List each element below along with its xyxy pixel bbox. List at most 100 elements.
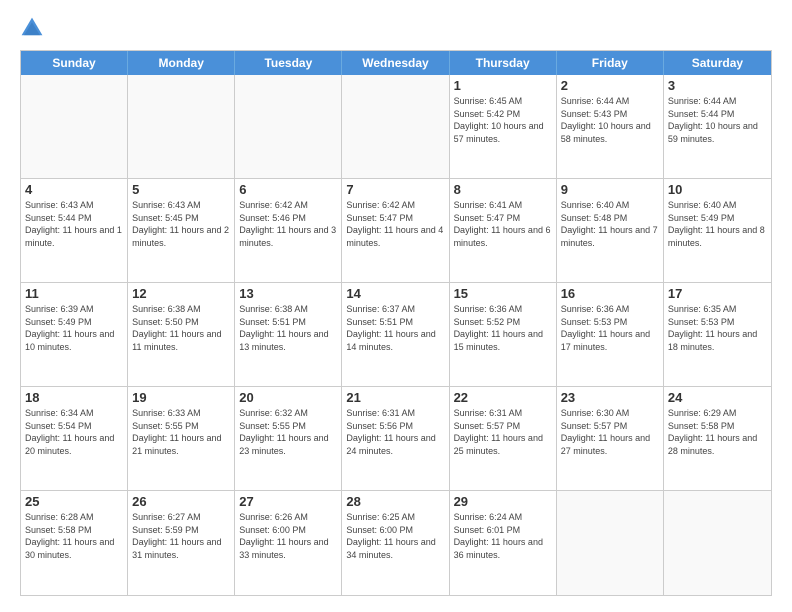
day-cell: 19Sunrise: 6:33 AM Sunset: 5:55 PM Dayli… [128, 387, 235, 490]
day-number: 9 [561, 182, 659, 197]
day-number: 6 [239, 182, 337, 197]
day-cell: 2Sunrise: 6:44 AM Sunset: 5:43 PM Daylig… [557, 75, 664, 178]
day-number: 21 [346, 390, 444, 405]
day-info: Sunrise: 6:38 AM Sunset: 5:51 PM Dayligh… [239, 303, 337, 353]
day-header-thursday: Thursday [450, 51, 557, 75]
day-cell: 17Sunrise: 6:35 AM Sunset: 5:53 PM Dayli… [664, 283, 771, 386]
day-number: 14 [346, 286, 444, 301]
logo-icon [20, 16, 44, 40]
day-cell: 4 Sunrise: 6:43 AM Sunset: 5:44 PM Daylig… [21, 179, 128, 282]
day-cell: 24 Sunrise: 6:29 AM Sunset: 5:58 PM Dayli… [664, 387, 771, 490]
calendar-week-3: 18 Sunrise: 6:34 AM Sunset: 5:54 PM Dayli… [21, 387, 771, 491]
day-info: Sunrise: 6:41 AM Sunset: 5:47 PM Dayligh… [454, 199, 552, 249]
day-cell: 29Sunrise: 6:24 AM Sunset: 6:01 PM Dayli… [450, 491, 557, 595]
day-number: 5 [132, 182, 230, 197]
day-cell: 27 Sunrise: 6:26 AM Sunset: 6:00 PM Dayli… [235, 491, 342, 595]
day-cell [557, 491, 664, 595]
day-info: Sunrise: 6:38 AM Sunset: 5:50 PM Dayligh… [132, 303, 230, 353]
day-number: 24 [668, 390, 767, 405]
day-cell: 11 Sunrise: 6:39 AM Sunset: 5:49 PM Dayli… [21, 283, 128, 386]
day-cell: 23 Sunrise: 6:30 AM Sunset: 5:57 PM Dayli… [557, 387, 664, 490]
day-cell: 9 Sunrise: 6:40 AM Sunset: 5:48 PM Daylig… [557, 179, 664, 282]
day-info: Sunrise: 6:30 AM Sunset: 5:57 PM Dayligh… [561, 407, 659, 457]
day-number: 13 [239, 286, 337, 301]
day-info: Sunrise: 6:32 AM Sunset: 5:55 PM Dayligh… [239, 407, 337, 457]
calendar: SundayMondayTuesdayWednesdayThursdayFrid… [20, 50, 772, 596]
day-header-saturday: Saturday [664, 51, 771, 75]
day-info: Sunrise: 6:36 AM Sunset: 5:52 PM Dayligh… [454, 303, 552, 353]
day-info: Sunrise: 6:37 AM Sunset: 5:51 PM Dayligh… [346, 303, 444, 353]
day-info: Sunrise: 6:31 AM Sunset: 5:57 PM Dayligh… [454, 407, 552, 457]
calendar-body: 1 Sunrise: 6:45 AM Sunset: 5:42 PM Daylig… [21, 75, 771, 595]
day-number: 19 [132, 390, 230, 405]
day-info: Sunrise: 6:39 AM Sunset: 5:49 PM Dayligh… [25, 303, 123, 353]
day-cell: 1 Sunrise: 6:45 AM Sunset: 5:42 PM Daylig… [450, 75, 557, 178]
day-cell [664, 491, 771, 595]
day-number: 11 [25, 286, 123, 301]
day-number: 4 [25, 182, 123, 197]
day-number: 29 [454, 494, 552, 509]
day-number: 23 [561, 390, 659, 405]
day-info: Sunrise: 6:27 AM Sunset: 5:59 PM Dayligh… [132, 511, 230, 561]
calendar-week-4: 25 Sunrise: 6:28 AM Sunset: 5:58 PM Dayli… [21, 491, 771, 595]
day-info: Sunrise: 6:42 AM Sunset: 5:47 PM Dayligh… [346, 199, 444, 249]
day-cell: 16 Sunrise: 6:36 AM Sunset: 5:53 PM Dayli… [557, 283, 664, 386]
day-number: 7 [346, 182, 444, 197]
day-header-monday: Monday [128, 51, 235, 75]
day-cell [21, 75, 128, 178]
day-cell: 3Sunrise: 6:44 AM Sunset: 5:44 PM Daylig… [664, 75, 771, 178]
day-info: Sunrise: 6:36 AM Sunset: 5:53 PM Dayligh… [561, 303, 659, 353]
day-cell [235, 75, 342, 178]
day-info: Sunrise: 6:26 AM Sunset: 6:00 PM Dayligh… [239, 511, 337, 561]
day-cell: 8 Sunrise: 6:41 AM Sunset: 5:47 PM Daylig… [450, 179, 557, 282]
calendar-week-1: 4 Sunrise: 6:43 AM Sunset: 5:44 PM Daylig… [21, 179, 771, 283]
day-number: 28 [346, 494, 444, 509]
day-header-tuesday: Tuesday [235, 51, 342, 75]
day-info: Sunrise: 6:31 AM Sunset: 5:56 PM Dayligh… [346, 407, 444, 457]
day-info: Sunrise: 6:25 AM Sunset: 6:00 PM Dayligh… [346, 511, 444, 561]
day-cell: 10 Sunrise: 6:40 AM Sunset: 5:49 PM Dayli… [664, 179, 771, 282]
day-cell: 5 Sunrise: 6:43 AM Sunset: 5:45 PM Daylig… [128, 179, 235, 282]
day-cell: 12Sunrise: 6:38 AM Sunset: 5:50 PM Dayli… [128, 283, 235, 386]
page: SundayMondayTuesdayWednesdayThursdayFrid… [0, 0, 792, 612]
day-info: Sunrise: 6:34 AM Sunset: 5:54 PM Dayligh… [25, 407, 123, 457]
day-number: 26 [132, 494, 230, 509]
day-info: Sunrise: 6:40 AM Sunset: 5:48 PM Dayligh… [561, 199, 659, 249]
day-cell: 15 Sunrise: 6:36 AM Sunset: 5:52 PM Dayli… [450, 283, 557, 386]
day-cell: 28 Sunrise: 6:25 AM Sunset: 6:00 PM Dayli… [342, 491, 449, 595]
day-info: Sunrise: 6:43 AM Sunset: 5:45 PM Dayligh… [132, 199, 230, 249]
day-number: 16 [561, 286, 659, 301]
day-cell: 14 Sunrise: 6:37 AM Sunset: 5:51 PM Dayli… [342, 283, 449, 386]
day-cell [128, 75, 235, 178]
day-info: Sunrise: 6:45 AM Sunset: 5:42 PM Dayligh… [454, 95, 552, 145]
day-header-wednesday: Wednesday [342, 51, 449, 75]
day-info: Sunrise: 6:28 AM Sunset: 5:58 PM Dayligh… [25, 511, 123, 561]
day-header-friday: Friday [557, 51, 664, 75]
logo [20, 16, 48, 40]
day-number: 17 [668, 286, 767, 301]
day-number: 10 [668, 182, 767, 197]
day-number: 22 [454, 390, 552, 405]
day-info: Sunrise: 6:44 AM Sunset: 5:44 PM Dayligh… [668, 95, 767, 145]
day-number: 8 [454, 182, 552, 197]
day-number: 18 [25, 390, 123, 405]
day-cell: 18 Sunrise: 6:34 AM Sunset: 5:54 PM Dayli… [21, 387, 128, 490]
day-info: Sunrise: 6:42 AM Sunset: 5:46 PM Dayligh… [239, 199, 337, 249]
day-cell: 13 Sunrise: 6:38 AM Sunset: 5:51 PM Dayli… [235, 283, 342, 386]
day-cell: 26 Sunrise: 6:27 AM Sunset: 5:59 PM Dayli… [128, 491, 235, 595]
day-info: Sunrise: 6:43 AM Sunset: 5:44 PM Dayligh… [25, 199, 123, 249]
day-header-sunday: Sunday [21, 51, 128, 75]
day-number: 20 [239, 390, 337, 405]
day-cell: 22 Sunrise: 6:31 AM Sunset: 5:57 PM Dayli… [450, 387, 557, 490]
day-cell: 21 Sunrise: 6:31 AM Sunset: 5:56 PM Dayli… [342, 387, 449, 490]
day-cell: 7 Sunrise: 6:42 AM Sunset: 5:47 PM Daylig… [342, 179, 449, 282]
day-number: 1 [454, 78, 552, 93]
day-cell: 25 Sunrise: 6:28 AM Sunset: 5:58 PM Dayli… [21, 491, 128, 595]
day-number: 27 [239, 494, 337, 509]
day-info: Sunrise: 6:40 AM Sunset: 5:49 PM Dayligh… [668, 199, 767, 249]
day-info: Sunrise: 6:29 AM Sunset: 5:58 PM Dayligh… [668, 407, 767, 457]
day-number: 25 [25, 494, 123, 509]
day-number: 15 [454, 286, 552, 301]
calendar-header: SundayMondayTuesdayWednesdayThursdayFrid… [21, 51, 771, 75]
day-info: Sunrise: 6:44 AM Sunset: 5:43 PM Dayligh… [561, 95, 659, 145]
